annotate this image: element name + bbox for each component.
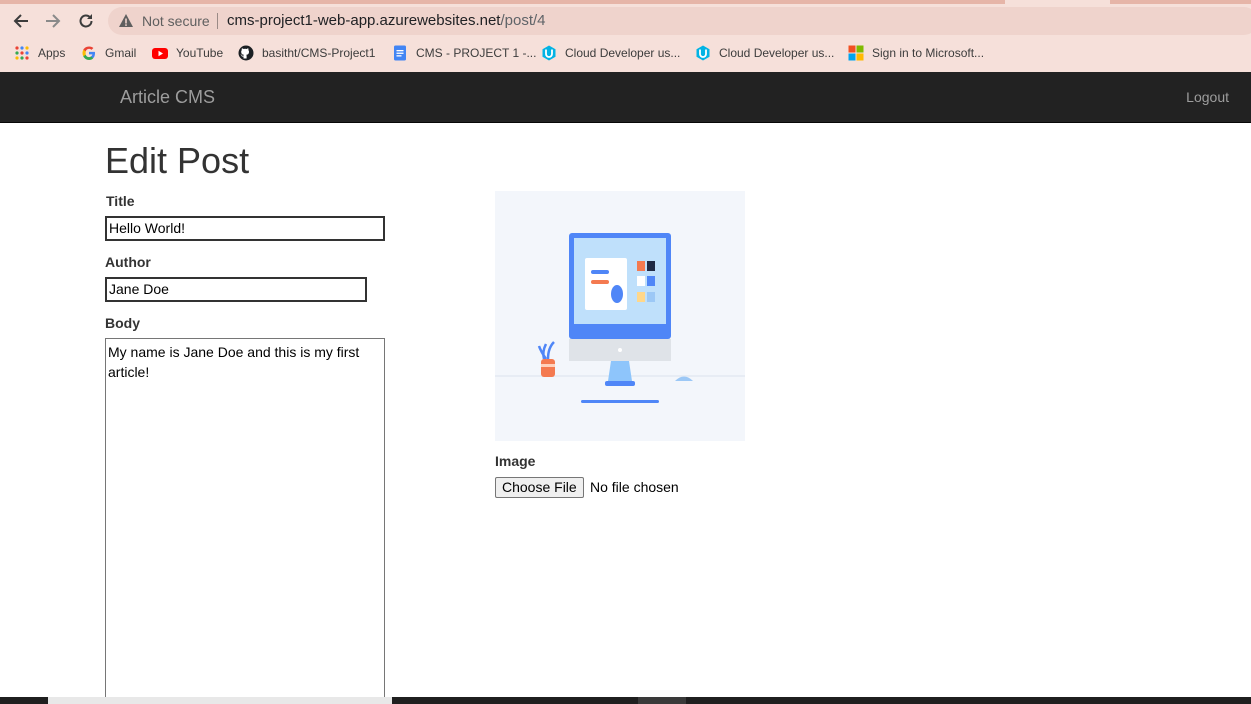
logout-link[interactable]: Logout — [1186, 89, 1229, 105]
bookmark-cms-doc[interactable]: CMS - PROJECT 1 -... — [392, 43, 536, 63]
title-input[interactable]: Hello World! — [105, 216, 385, 241]
author-input[interactable]: Jane Doe — [105, 277, 367, 302]
browser-chrome: Not secure cms-project1-web-app.azureweb… — [0, 0, 1251, 72]
body-label: Body — [105, 315, 140, 331]
bookmark-microsoft[interactable]: Sign in to Microsoft... — [848, 43, 984, 63]
bookmark-label: Sign in to Microsoft... — [872, 46, 985, 60]
post-image-preview — [495, 191, 745, 441]
bookmark-label: YouTube — [176, 46, 224, 60]
bookmark-label: CMS - PROJECT 1 -... — [416, 46, 537, 60]
back-arrow-icon — [13, 14, 28, 28]
choose-file-button[interactable]: Choose File — [495, 477, 584, 498]
author-label: Author — [105, 254, 151, 270]
title-label: Title — [106, 193, 135, 209]
security-label[interactable]: Not secure — [142, 13, 210, 29]
address-row: Not secure cms-project1-web-app.azureweb… — [0, 4, 1251, 38]
bookmark-gmail[interactable]: Gmail — [81, 43, 136, 63]
bookmark-youtube[interactable]: YouTube — [152, 43, 223, 63]
bookmark-github[interactable]: basitht/CMS-Project1 — [238, 43, 375, 63]
bookmark-label: Cloud Developer us... — [719, 46, 835, 60]
google-g-icon — [81, 45, 97, 61]
udacity-icon — [541, 45, 557, 61]
bookmark-label: basitht/CMS-Project1 — [262, 46, 376, 60]
forward-button[interactable] — [40, 8, 66, 34]
apps-grid-icon — [14, 45, 30, 61]
body-textarea[interactable]: My name is Jane Doe and this is my first… — [105, 338, 385, 704]
udacity-icon — [695, 45, 711, 61]
github-icon — [238, 45, 254, 61]
computer-illustration — [495, 233, 745, 403]
brand-link[interactable]: Article CMS — [120, 87, 215, 108]
youtube-icon — [152, 45, 168, 61]
file-status-text: No file chosen — [590, 479, 679, 495]
google-docs-icon — [392, 45, 408, 61]
url-path: /post/4 — [500, 12, 546, 29]
forward-arrow-icon — [46, 14, 61, 28]
bookmark-udacity-1[interactable]: Cloud Developer us... — [541, 43, 680, 63]
bookmark-label: Gmail — [105, 46, 137, 60]
image-label: Image — [495, 453, 536, 469]
reload-button[interactable] — [73, 8, 99, 34]
bookmark-udacity-2[interactable]: Cloud Developer us... — [695, 43, 834, 63]
reload-icon — [79, 14, 93, 28]
taskbar-app[interactable] — [638, 697, 686, 704]
bookmark-label: Cloud Developer us... — [565, 46, 681, 60]
url-text[interactable]: cms-project1-web-app.azurewebsites.net/p… — [227, 12, 546, 29]
back-button[interactable] — [8, 8, 34, 34]
page-title: Edit Post — [105, 140, 250, 181]
warning-triangle-icon — [119, 14, 133, 27]
microsoft-icon — [848, 45, 864, 61]
bookmark-apps[interactable]: Apps — [14, 43, 65, 63]
bookmark-label: Apps — [38, 46, 66, 60]
app-navbar: Article CMS Logout — [0, 72, 1251, 123]
taskbar-search[interactable] — [48, 697, 392, 704]
address-bar[interactable]: Not secure cms-project1-web-app.azureweb… — [108, 7, 1251, 35]
omnibox-separator — [217, 13, 218, 29]
bookmarks-bar: Apps Gmail YouTube basitht/CMS-Project1 … — [0, 40, 1251, 66]
url-host: cms-project1-web-app.azurewebsites.net — [227, 12, 501, 29]
